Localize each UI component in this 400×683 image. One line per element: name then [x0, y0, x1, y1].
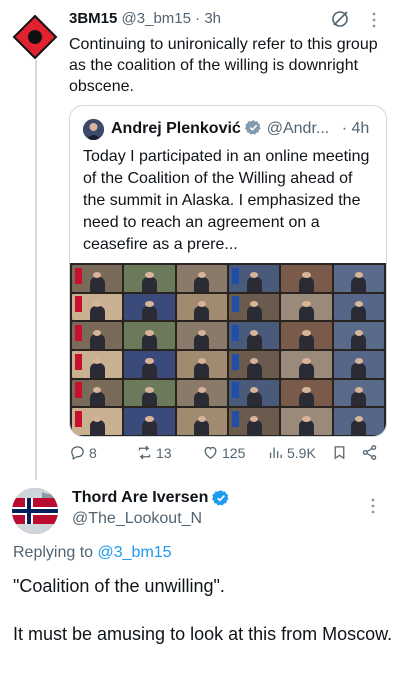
video-tile — [124, 265, 175, 292]
video-tile — [228, 408, 280, 435]
reply-button[interactable]: 8 — [69, 444, 97, 461]
video-tile — [176, 408, 227, 435]
thread-line — [35, 60, 37, 480]
replying-to-handle-link[interactable]: @3_bm15 — [98, 544, 172, 561]
video-tile — [72, 322, 123, 349]
video-tile — [228, 350, 280, 378]
reply-text-line: "Coalition of the unwilling". — [13, 576, 225, 596]
video-tile — [333, 350, 384, 378]
video-tile — [281, 408, 332, 435]
video-tile — [176, 322, 227, 349]
more-icon[interactable] — [369, 497, 377, 515]
repost-button[interactable]: 13 — [136, 444, 172, 461]
video-tile — [72, 379, 123, 407]
quoted-author-avatar — [83, 119, 104, 140]
video-tile — [333, 322, 384, 349]
video-tile — [124, 293, 175, 321]
video-tile — [228, 265, 280, 292]
tweet-text: Continuing to unironically refer to this… — [69, 36, 378, 95]
video-tile — [72, 408, 123, 435]
video-tile — [124, 408, 175, 435]
video-tile — [333, 379, 384, 407]
replying-prefix: Replying to — [13, 544, 98, 561]
video-tile — [176, 265, 227, 292]
replying-to: Replying to @3_bm15 — [13, 544, 172, 562]
views-button[interactable]: 5.9K — [267, 444, 316, 461]
share-button[interactable] — [361, 444, 378, 461]
verified-icon — [245, 120, 261, 135]
video-call-grid — [70, 263, 386, 436]
author-handle[interactable]: @3_bm15 — [122, 10, 191, 27]
quoted-text: Today I participated in an online meetin… — [83, 148, 370, 253]
repost-count: 13 — [156, 444, 172, 461]
tweet-header: 3BM15 @3_bm15 · 3h — [69, 10, 221, 27]
video-tile — [281, 322, 332, 349]
author-avatar[interactable] — [12, 14, 58, 60]
quoted-author-handle: @Andr... — [266, 120, 330, 137]
quoted-time: · 4h — [341, 120, 370, 137]
view-count: 5.9K — [287, 444, 316, 461]
grok-icon[interactable] — [330, 9, 350, 29]
reply-author-header: Thord Are Iversen — [72, 489, 230, 507]
video-tile — [281, 293, 332, 321]
reply-author-handle[interactable]: @The_Lookout_N — [72, 510, 202, 528]
portrait-icon — [83, 119, 104, 140]
like-count: 125 — [222, 444, 246, 461]
video-tile — [333, 408, 384, 435]
more-icon[interactable] — [370, 11, 378, 29]
reply-text-line: It must be amusing to look at this from … — [13, 624, 393, 644]
views-icon — [269, 447, 282, 459]
video-tile — [176, 350, 227, 378]
share-icon — [362, 445, 377, 460]
warning-diamond-avatar-icon — [12, 14, 58, 60]
reply-author-avatar[interactable] — [12, 488, 58, 534]
header-separator: · — [190, 10, 205, 27]
reply-text: "Coalition of the unwilling". It must be… — [13, 574, 393, 670]
quoted-tweet[interactable]: Andrej Plenković @Andr... · 4h Today I p… — [69, 105, 387, 437]
video-tile — [228, 379, 280, 407]
reply-count: 8 — [89, 444, 97, 461]
video-tile — [228, 293, 280, 321]
author-name[interactable]: 3BM15 — [69, 10, 117, 27]
video-conference-photo[interactable] — [70, 263, 386, 436]
video-tile — [124, 350, 175, 378]
video-tile — [228, 322, 280, 349]
norway-flag-avatar-icon — [12, 488, 58, 534]
video-tile — [72, 265, 123, 292]
reply-icon — [71, 446, 84, 461]
like-button[interactable]: 125 — [202, 444, 245, 461]
video-tile — [281, 350, 332, 378]
video-tile — [72, 350, 123, 378]
verified-icon — [212, 490, 229, 506]
video-tile — [333, 265, 384, 292]
video-tile — [124, 322, 175, 349]
video-tile — [281, 265, 332, 292]
video-tile — [124, 379, 175, 407]
video-tile — [72, 293, 123, 321]
video-tile — [333, 293, 384, 321]
repost-icon — [138, 445, 151, 460]
video-tile — [281, 379, 332, 407]
bookmark-button[interactable] — [331, 444, 348, 461]
action-bar: 8 13 125 5.9K — [69, 444, 389, 464]
like-icon — [204, 446, 217, 459]
quoted-author-name: Andrej Plenković — [111, 120, 241, 137]
quoted-header: Andrej Plenković @Andr... · 4h — [111, 119, 369, 138]
video-tile — [176, 379, 227, 407]
tweet-time[interactable]: 3h — [204, 10, 221, 27]
bookmark-icon — [334, 446, 345, 460]
video-tile — [176, 293, 227, 321]
reply-author-name[interactable]: Thord Are Iversen — [72, 489, 208, 507]
